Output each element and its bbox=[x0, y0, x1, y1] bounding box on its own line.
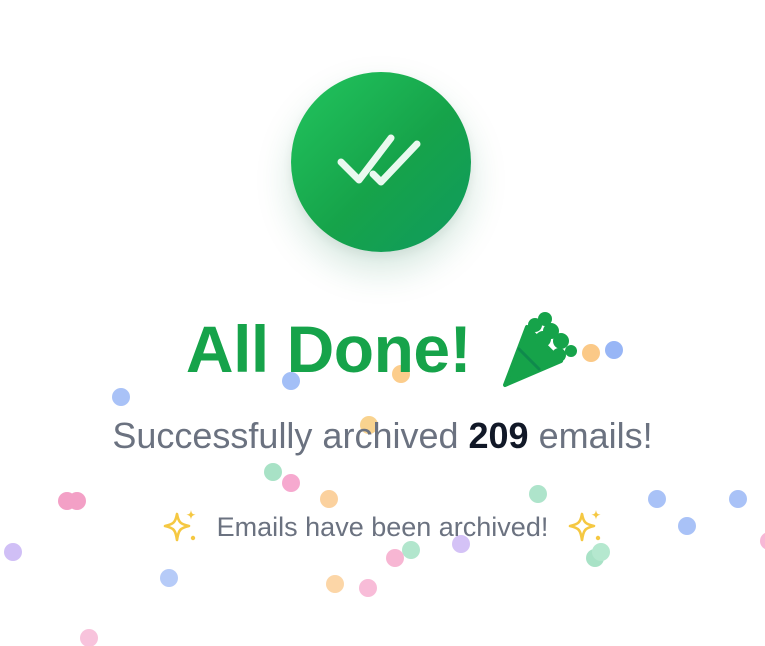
confetti-dot bbox=[326, 575, 344, 593]
double-check-icon bbox=[337, 134, 421, 186]
title-row: All Done! bbox=[0, 304, 765, 394]
confetti-dot bbox=[529, 485, 547, 503]
confetti-dot bbox=[160, 569, 178, 587]
summary-prefix: Successfully archived bbox=[112, 415, 469, 456]
party-popper-icon bbox=[503, 312, 578, 387]
confetti-dot bbox=[264, 463, 282, 481]
confetti-dot bbox=[359, 579, 377, 597]
archive-summary: Successfully archived 209 emails! bbox=[0, 412, 765, 460]
confetti-dot bbox=[282, 474, 300, 492]
archived-count: 209 bbox=[468, 415, 529, 456]
confetti-dot bbox=[80, 629, 98, 646]
confetti-dot bbox=[586, 549, 604, 567]
summary-suffix: emails! bbox=[528, 415, 653, 456]
confetti-dot bbox=[386, 549, 404, 567]
sparkles-icon bbox=[569, 510, 601, 542]
page-title: All Done! bbox=[185, 312, 472, 386]
success-badge bbox=[291, 72, 471, 252]
status-note-row: Emails have been archived! bbox=[0, 505, 765, 549]
status-note: Emails have been archived! bbox=[216, 511, 549, 542]
sparkles-icon bbox=[163, 510, 196, 542]
